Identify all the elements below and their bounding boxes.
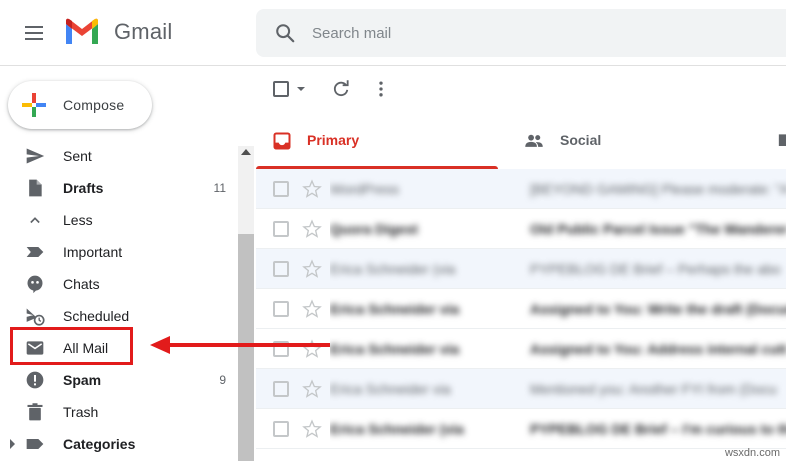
expand-arrow-icon[interactable]	[10, 439, 15, 449]
unread-count: 11	[213, 181, 226, 195]
search-bar	[256, 9, 786, 57]
watermark: wsxdn.com	[724, 447, 780, 459]
sidebar-item-label: Scheduled	[63, 308, 130, 324]
star-icon[interactable]	[302, 179, 322, 199]
select-dropdown-caret-icon[interactable]	[297, 87, 305, 91]
sidebar-item-trash[interactable]: Trash	[0, 396, 236, 428]
sidebar-item-label: Important	[63, 244, 123, 260]
tab-social[interactable]: Social	[514, 112, 754, 169]
mail-sender: Erica Schneider via	[330, 301, 460, 317]
spam-icon	[25, 370, 45, 390]
sidebar-item-spam[interactable]: Spam 9	[0, 364, 236, 396]
mail-sender: Erica Schneider (via	[330, 421, 464, 437]
draft-icon	[25, 178, 45, 198]
mail-subject: Old Public Parcel Issue "The Wanderer	[530, 221, 786, 237]
select-all-checkbox[interactable]	[273, 81, 289, 97]
mail-row[interactable]: Erica Schneider via Assigned to You: Add…	[256, 329, 786, 369]
annotation-highlight-box	[10, 327, 133, 365]
trash-icon	[25, 402, 45, 422]
gmail-m-icon	[66, 18, 98, 44]
people-icon	[525, 134, 543, 147]
send-icon	[25, 146, 45, 166]
mail-sender: Erica Schneider (via	[330, 261, 456, 277]
mail-list: WordPress [BEYOND GAMING] Please moderat…	[256, 169, 786, 461]
mail-row[interactable]: Erica Schneider via Assigned to You: Wri…	[256, 289, 786, 329]
mail-row[interactable]: WordPress [BEYOND GAMING] Please moderat…	[256, 169, 786, 209]
row-checkbox[interactable]	[273, 421, 289, 437]
mail-subject: Assigned to You: Write the draft (Docume	[530, 301, 786, 317]
sidebar-item-less[interactable]: Less	[0, 204, 236, 236]
unread-count: 9	[219, 373, 226, 387]
scheduled-send-icon	[25, 306, 45, 326]
important-label-icon	[25, 242, 45, 262]
compose-button[interactable]: Compose	[8, 81, 152, 129]
gmail-logo[interactable]: Gmail	[64, 18, 172, 46]
chat-bubble-icon	[25, 274, 45, 294]
sidebar-item-categories[interactable]: Categories	[0, 428, 236, 460]
mail-subject: PYPEBLOG DE Brief – I'm curious to the	[530, 421, 786, 437]
mail-sender: Quora Digest	[330, 221, 418, 237]
inbox-icon	[273, 132, 291, 150]
row-checkbox[interactable]	[273, 221, 289, 237]
sidebar-item-important[interactable]: Important	[0, 236, 236, 268]
plus-icon	[22, 93, 46, 117]
star-icon[interactable]	[302, 219, 322, 239]
row-checkbox[interactable]	[273, 181, 289, 197]
tab-label: Social	[560, 132, 602, 148]
scrollbar-thumb[interactable]	[238, 234, 254, 461]
refresh-icon[interactable]	[331, 79, 351, 99]
row-checkbox[interactable]	[273, 301, 289, 317]
mail-toolbar	[256, 66, 786, 112]
sidebar-nav: Sent Drafts 11 Less Important Chats Sche…	[0, 140, 256, 461]
app-name: Gmail	[114, 19, 173, 44]
mail-subject: PYPEBLOG DE Brief – Perhaps the abo	[530, 261, 781, 277]
promotions-tag-icon[interactable]	[776, 131, 786, 151]
sidebar-scrollbar[interactable]	[238, 146, 254, 461]
sidebar-item-sent[interactable]: Sent	[0, 140, 236, 172]
mail-sender: Erica Schneider via	[330, 341, 460, 357]
sidebar-item-chats[interactable]: Chats	[0, 268, 236, 300]
star-icon[interactable]	[302, 299, 322, 319]
top-bar: Gmail	[0, 0, 786, 66]
more-options-icon[interactable]	[371, 79, 391, 99]
chevron-up-icon	[25, 210, 45, 230]
star-icon[interactable]	[302, 259, 322, 279]
mail-subject: Assigned to You: Address internal cutt	[530, 341, 786, 357]
compose-label: Compose	[63, 97, 125, 113]
label-icon	[25, 434, 45, 454]
mail-row[interactable]: Erica Schneider (via PYPEBLOG DE Brief –…	[256, 249, 786, 289]
mail-subject: Mentioned you: Another FYI from (Docu	[530, 381, 777, 397]
annotation-arrow-head-icon	[150, 336, 170, 354]
star-icon[interactable]	[302, 379, 322, 399]
row-checkbox[interactable]	[273, 381, 289, 397]
sidebar-item-label: Categories	[63, 436, 136, 452]
mail-row[interactable]: Erica Schneider via Mentioned you: Anoth…	[256, 369, 786, 409]
star-icon[interactable]	[302, 339, 322, 359]
hamburger-icon	[25, 26, 43, 28]
scroll-up-arrow-icon[interactable]	[241, 149, 251, 155]
star-icon[interactable]	[302, 419, 322, 439]
search-input[interactable]	[312, 23, 712, 43]
tab-label: Primary	[307, 132, 360, 148]
mail-sender: Erica Schneider via	[330, 381, 451, 397]
sidebar-item-drafts[interactable]: Drafts 11	[0, 172, 236, 204]
sidebar-item-label: Sent	[63, 148, 92, 164]
sidebar-item-label: Spam	[63, 372, 102, 388]
search-icon[interactable]	[274, 22, 296, 44]
sidebar-item-label: Chats	[63, 276, 100, 292]
main-menu-button[interactable]	[20, 20, 48, 46]
sidebar-item-label: Trash	[63, 404, 99, 420]
mail-subject: [BEYOND GAMING] Please moderate: "A	[530, 181, 786, 197]
row-checkbox[interactable]	[273, 261, 289, 277]
sidebar-item-label: Drafts	[63, 180, 104, 196]
category-tabs: Primary Social	[256, 112, 786, 170]
annotation-arrow-line	[168, 343, 330, 347]
sidebar-item-label: Less	[63, 212, 93, 228]
mail-sender: WordPress	[330, 181, 399, 197]
mail-row[interactable]: Erica Schneider (via PYPEBLOG DE Brief –…	[256, 409, 786, 449]
tab-primary[interactable]: Primary	[256, 112, 498, 169]
mail-row[interactable]: Quora Digest Old Public Parcel Issue "Th…	[256, 209, 786, 249]
